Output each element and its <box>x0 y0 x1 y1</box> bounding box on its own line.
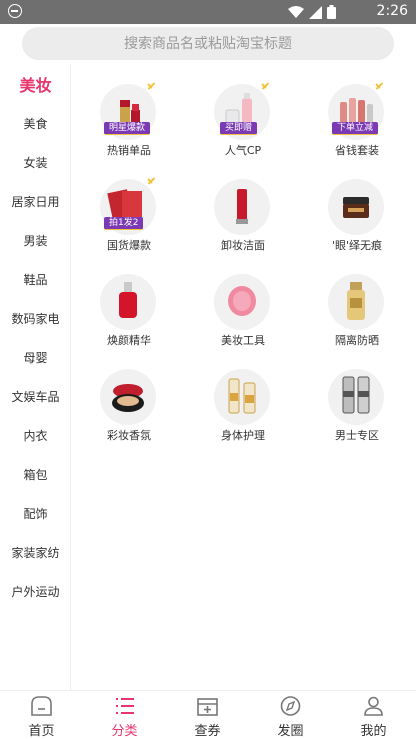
system-icons <box>288 5 336 19</box>
sparkle-icon <box>375 82 384 91</box>
sidebar-item-mens-clothing[interactable]: 男装 <box>0 222 71 261</box>
signal-icon <box>309 5 322 19</box>
lipstick-product-icon: 明星爆款 <box>100 84 156 140</box>
sidebar-item-electronics[interactable]: 数码家电 <box>0 300 71 339</box>
sparkle-icon <box>147 177 156 186</box>
profile-icon <box>364 696 383 716</box>
tab-home[interactable]: 首页 <box>0 691 83 739</box>
subcategory-cosmetics-fragrance[interactable]: 彩妆香氛 <box>72 349 186 444</box>
home-icon <box>31 696 52 716</box>
search-input[interactable] <box>22 27 394 60</box>
subcategory-label: 美妆工具 <box>221 334 265 347</box>
sidebar-item-womens-clothing[interactable]: 女装 <box>0 144 71 183</box>
subcategory-label: 卸妆洁面 <box>221 239 265 252</box>
subcategory-label: 隔离防晒 <box>335 334 379 347</box>
sidebar-item-shoes[interactable]: 鞋品 <box>0 261 71 300</box>
coupon-icon <box>197 698 218 716</box>
status-bar: 2:26 <box>0 0 416 24</box>
tab-profile[interactable]: 我的 <box>332 691 415 739</box>
subcategory-body-care[interactable]: 身体护理 <box>186 349 300 444</box>
body-oil-image <box>228 378 256 414</box>
subcategory-label: 省钱套装 <box>335 144 379 157</box>
promo-tag: 明星爆款 <box>104 122 151 135</box>
sunscreen-bottle-product-icon <box>328 274 384 330</box>
bottle-set-product-icon: 下单立减 <box>328 84 384 140</box>
subcategory-makeup-remover[interactable]: 卸妆洁面 <box>186 159 300 254</box>
subcategory-label: 人气CP <box>224 144 262 157</box>
subcategory-popular-cp[interactable]: 买即赠 人气CP <box>186 64 300 159</box>
subcategory-label: 国货爆款 <box>107 239 151 252</box>
tab-label: 我的 <box>360 724 387 739</box>
tab-label: 首页 <box>28 724 55 739</box>
subcategory-saving-sets[interactable]: 下单立减 省钱套装 <box>300 64 414 159</box>
tab-category[interactable]: 分类 <box>83 691 166 739</box>
cleanser-tube-image <box>236 189 248 224</box>
category-list-icon <box>116 698 134 714</box>
subcategory-label: 彩妆香氛 <box>107 429 151 442</box>
sidebar-item-underwear[interactable]: 内衣 <box>0 417 71 456</box>
subcategory-eye-care[interactable]: '眼'绎无痕 <box>300 159 414 254</box>
cushion-compact-image <box>112 384 144 412</box>
promo-tag: 下单立减 <box>332 122 379 135</box>
tab-label: 发圈 <box>277 724 304 739</box>
serum-bottle-image <box>119 282 137 318</box>
face-mask-product-icon: 拍1发2 <box>100 179 156 235</box>
tab-label: 分类 <box>111 724 138 739</box>
status-time: 2:26 <box>376 3 408 19</box>
cleansing-brush-product-icon <box>214 274 270 330</box>
subcategory-hot-items[interactable]: 明星爆款 热销单品 <box>72 64 186 159</box>
subcategory-label: 身体护理 <box>221 429 265 442</box>
promo-tag: 买即赠 <box>220 122 258 135</box>
cushion-compact-product-icon <box>100 369 156 425</box>
subcategory-beauty-tools[interactable]: 美妆工具 <box>186 254 300 349</box>
sidebar-item-baby[interactable]: 母婴 <box>0 339 71 378</box>
skincare-set-product-icon: 买即赠 <box>214 84 270 140</box>
subcategory-sunscreen[interactable]: 隔离防晒 <box>300 254 414 349</box>
sidebar-item-home-goods[interactable]: 居家日用 <box>0 183 71 222</box>
sidebar-item-bags[interactable]: 箱包 <box>0 456 71 495</box>
subcategory-label: 热销单品 <box>107 144 151 157</box>
sparkle-icon <box>261 82 270 91</box>
subcategory-essence[interactable]: 焕颜精华 <box>72 254 186 349</box>
wifi-icon <box>288 5 304 18</box>
sparkle-icon <box>147 82 156 91</box>
subcategory-label: 焕颜精华 <box>107 334 151 347</box>
serum-bottle-product-icon <box>100 274 156 330</box>
eye-cream-jar-product-icon <box>328 179 384 235</box>
sidebar-item-entertainment-auto[interactable]: 文娱车品 <box>0 378 71 417</box>
search-bar <box>0 24 416 64</box>
sidebar-item-outdoor-sports[interactable]: 户外运动 <box>0 573 71 612</box>
category-sidebar: 美妆 美食 女装 居家日用 男装 鞋品 数码家电 母婴 文娱车品 内衣 箱包 配… <box>0 64 71 690</box>
tab-coupon[interactable]: 查券 <box>166 691 249 739</box>
mens-bottles-image <box>342 376 370 414</box>
subcategory-mens-zone[interactable]: 男士专区 <box>300 349 414 444</box>
eye-cream-image <box>343 197 369 218</box>
subcategory-grid: 明星爆款 热销单品 买即赠 人气CP 下单立减 省钱套装 拍1发2 国货爆款 卸… <box>72 64 416 690</box>
sidebar-item-food[interactable]: 美食 <box>0 105 71 144</box>
sidebar-item-accessories[interactable]: 配饰 <box>0 495 71 534</box>
compass-icon <box>280 696 301 716</box>
subcategory-domestic-bestsellers[interactable]: 拍1发2 国货爆款 <box>72 159 186 254</box>
battery-icon <box>327 5 336 19</box>
cleansing-brush-image <box>228 286 256 316</box>
subcategory-label: 男士专区 <box>335 429 379 442</box>
mens-bottles-product-icon <box>328 369 384 425</box>
app-notification-icon <box>8 4 22 18</box>
sunscreen-bottle-image <box>347 282 365 320</box>
sidebar-item-beauty[interactable]: 美妆 <box>0 66 71 105</box>
promo-tag: 拍1发2 <box>104 217 144 230</box>
body-oil-bottles-product-icon <box>214 369 270 425</box>
cleanser-tube-product-icon <box>214 179 270 235</box>
subcategory-label: '眼'绎无痕 <box>331 239 383 252</box>
search-box[interactable] <box>22 27 394 60</box>
sidebar-item-home-textiles[interactable]: 家装家纺 <box>0 534 71 573</box>
tab-label: 查券 <box>194 724 221 739</box>
tab-moments[interactable]: 发圈 <box>249 691 332 739</box>
bottom-tab-bar: 首页 分类 查券 发圈 我的 <box>0 690 416 739</box>
